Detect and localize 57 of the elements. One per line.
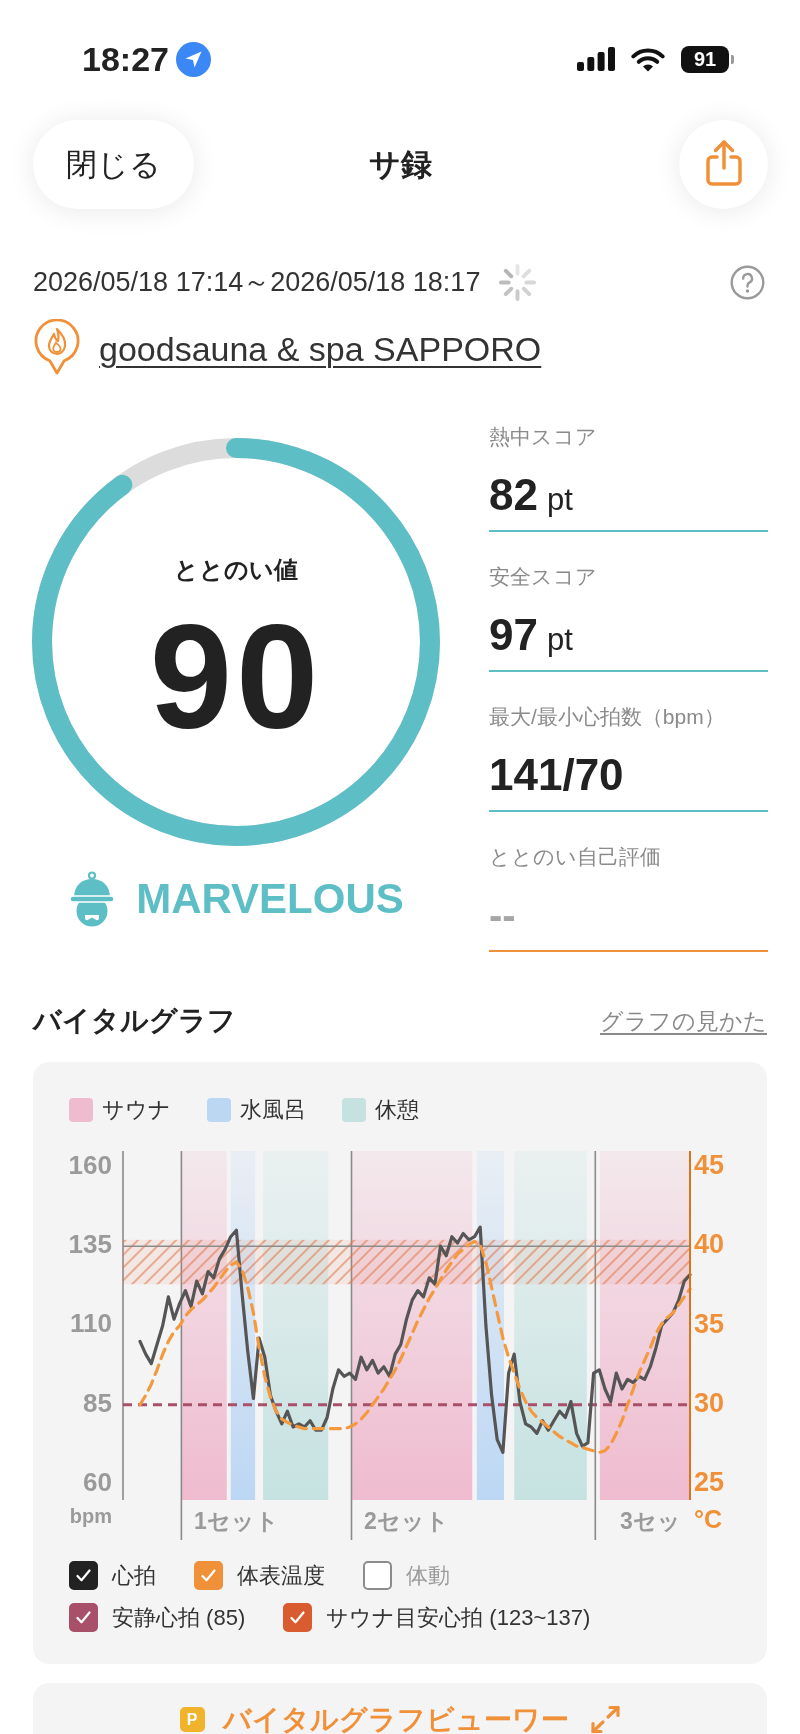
check-icon <box>290 1611 306 1624</box>
axis-unit-label: bpm <box>69 1505 112 1528</box>
checkbox-label[interactable]: 体表温度 <box>237 1560 325 1591</box>
stat-label: 熱中スコア <box>489 424 598 450</box>
axis-tick-label: 45 <box>694 1150 725 1180</box>
axis-tick-label: 40 <box>694 1229 725 1260</box>
stat-label: 安全スコア <box>489 564 598 590</box>
axis-tick-label: 25 <box>694 1467 725 1498</box>
stat-unit: pt <box>546 621 573 659</box>
letter-badge: P <box>179 1707 205 1732</box>
axis-tick-label: 110 <box>70 1308 112 1339</box>
expand-icon <box>589 1705 621 1734</box>
facility-link[interactable]: goodsauna & spa SAPPORO <box>99 329 542 369</box>
axis-tick-label: 30 <box>694 1387 725 1418</box>
session-period: 2026/05/18 17:14～2026/05/18 18:17 <box>33 266 481 299</box>
axis-tick-label: 135 <box>68 1229 112 1260</box>
signal-icon <box>577 47 615 71</box>
screen-title: サ録 <box>369 145 432 184</box>
stat-value: 97 <box>489 610 538 660</box>
checkbox-label[interactable]: サウナ目安心拍 (123~137) <box>326 1602 591 1633</box>
check-icon <box>76 1569 91 1582</box>
set-label: 3セッ <box>619 1508 681 1535</box>
share-icon <box>703 139 744 187</box>
section-title: バイタルグラフ <box>33 1004 236 1038</box>
stat-value: 82 <box>489 470 538 520</box>
axis-tick-label: 35 <box>694 1308 725 1339</box>
legend-label: サウナ <box>102 1097 171 1122</box>
status-time: 18:27 <box>82 39 169 79</box>
axis-unit-label: °C <box>694 1504 723 1533</box>
check-icon <box>76 1611 91 1624</box>
stat-value: 141/70 <box>489 750 624 800</box>
axis-tick-label: 60 <box>83 1467 112 1497</box>
checkbox[interactable] <box>69 1561 98 1590</box>
legend-label: 休憩 <box>375 1097 419 1122</box>
checkbox[interactable] <box>194 1561 223 1590</box>
close-button[interactable]: 閉じる <box>33 120 194 209</box>
stat-label: ととのい自己評価 <box>489 844 662 870</box>
checkbox[interactable] <box>283 1603 313 1632</box>
wifi-icon <box>631 46 665 72</box>
checkbox-label[interactable]: 心拍 <box>112 1560 156 1591</box>
rating-text: MARVELOUS <box>136 873 404 924</box>
score-value: 90 <box>149 603 323 751</box>
checkbox[interactable] <box>69 1603 98 1632</box>
axis-tick-label: 160 <box>68 1149 112 1180</box>
set-label: 1セット <box>194 1508 279 1535</box>
flame-pin-icon <box>33 319 81 375</box>
hat-character-icon <box>68 870 117 927</box>
checkbox[interactable] <box>363 1561 392 1590</box>
stat-unit: pt <box>546 481 573 519</box>
stat-label: 最大/最小心拍数（bpm） <box>489 704 726 730</box>
check-icon <box>201 1569 216 1582</box>
set-label: 2セット <box>364 1508 449 1535</box>
checkbox-label[interactable]: 安静心拍 (85) <box>112 1602 246 1633</box>
help-icon[interactable] <box>730 264 765 300</box>
legend-label: 水風呂 <box>240 1097 306 1122</box>
score-label: ととのい値 <box>174 555 298 585</box>
axis-tick-label: 85 <box>83 1387 112 1418</box>
